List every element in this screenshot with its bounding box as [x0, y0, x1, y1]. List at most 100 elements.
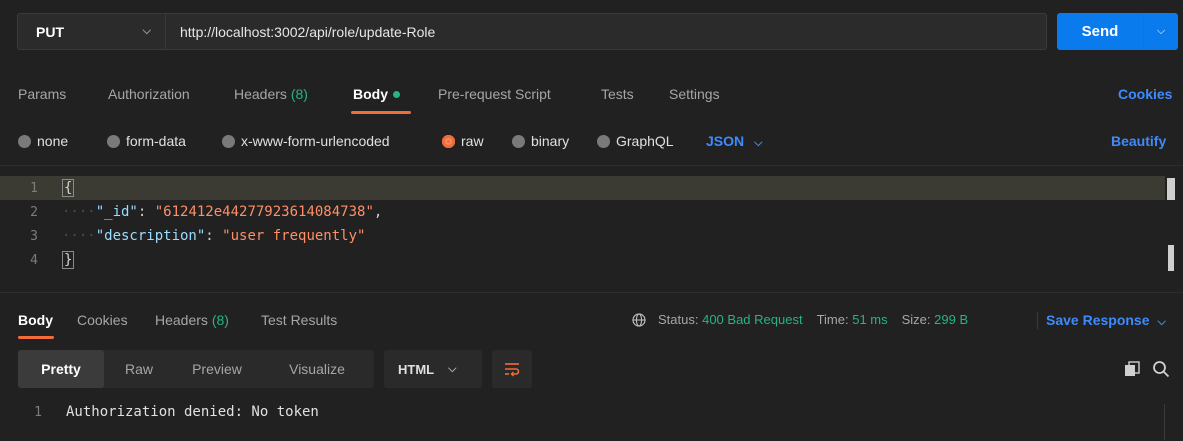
json-value: "612412e44277923614084738" — [154, 204, 374, 220]
tab-tests[interactable]: Tests — [601, 86, 634, 102]
method-label: PUT — [36, 23, 64, 40]
tab-prerequest-script[interactable]: Pre-request Script — [438, 86, 551, 102]
tab-authorization[interactable]: Authorization — [108, 86, 190, 102]
resp-tab-test-results[interactable]: Test Results — [261, 312, 337, 328]
tab-body[interactable]: Body — [353, 86, 400, 102]
cookies-link[interactable]: Cookies — [1118, 86, 1172, 102]
editor-scrollbar[interactable] — [1168, 245, 1174, 271]
radio-none-label: none — [37, 133, 69, 149]
wrap-lines-icon — [505, 363, 520, 377]
indent-whitespace: ···· — [62, 228, 96, 244]
radio-circle-icon — [18, 134, 31, 148]
line-number: 2 — [30, 204, 38, 220]
chevron-down-icon: ⌵ — [754, 137, 763, 149]
response-status: Status: 400 Bad Request Time: 51 ms Size… — [632, 312, 968, 327]
active-resp-tab-underline — [18, 336, 54, 339]
tab-body-label: Body — [353, 86, 388, 102]
save-response-button[interactable]: Save Response ⌵ — [1037, 312, 1166, 329]
radio-none[interactable]: none — [18, 133, 68, 149]
request-bar: PUT ⌵ http://localhost:3002/api/role/upd… — [0, 0, 1183, 58]
json-key: "_id" — [95, 204, 138, 220]
response-line: 1 Authorization denied: No token — [0, 404, 319, 420]
resp-tab-body[interactable]: Body — [18, 312, 53, 328]
response-view-group: Pretty Raw Preview Visualize — [18, 350, 374, 388]
editor-line: 3 ····"description": "user frequently" — [0, 224, 1165, 248]
copy-icon[interactable] — [1124, 361, 1140, 377]
radio-graphql[interactable]: GraphQL — [597, 133, 674, 149]
editor-line: 4 } — [0, 248, 1165, 272]
radio-circle-icon — [107, 134, 120, 148]
radio-form-data-label: form-data — [126, 133, 186, 149]
radio-urlencoded-label: x-www-form-urlencoded — [241, 133, 390, 149]
send-options-chevron-icon[interactable]: ⌵ — [1143, 13, 1178, 50]
response-body[interactable]: 1 Authorization denied: No token — [0, 400, 1183, 441]
radio-binary[interactable]: binary — [512, 133, 569, 149]
response-text: Authorization denied: No token — [66, 404, 319, 420]
radio-form-data[interactable]: form-data — [107, 133, 186, 149]
chevron-down-icon: ⌵ — [448, 362, 457, 375]
method-select[interactable]: PUT ⌵ — [18, 14, 166, 49]
text-cursor — [1167, 178, 1175, 200]
radio-circle-icon — [222, 134, 235, 148]
globe-icon[interactable] — [632, 312, 646, 327]
radio-selected-icon — [442, 134, 455, 148]
format-label: HTML — [398, 361, 435, 377]
size-value[interactable]: 299 B — [934, 312, 968, 327]
view-pretty-button[interactable]: Pretty — [18, 350, 104, 388]
save-response-label: Save Response — [1046, 312, 1150, 328]
radio-graphql-label: GraphQL — [616, 133, 674, 149]
tab-settings[interactable]: Settings — [669, 86, 720, 102]
tab-params[interactable]: Params — [18, 86, 66, 102]
line-number: 1 — [30, 180, 38, 196]
chevron-down-icon: ⌵ — [142, 25, 151, 37]
language-label: JSON — [706, 133, 745, 149]
beautify-link[interactable]: Beautify — [1111, 133, 1166, 149]
send-label: Send — [1081, 23, 1119, 40]
send-button[interactable]: Send ⌵ — [1057, 13, 1178, 50]
json-value: "user frequently" — [222, 228, 366, 244]
request-tabs: Params Authorization Headers (8) Body Pr… — [0, 78, 1183, 118]
language-select[interactable]: JSON ⌵ — [706, 133, 762, 150]
view-preview-button[interactable]: Preview — [174, 350, 260, 388]
radio-raw-label: raw — [461, 133, 484, 149]
radio-binary-label: binary — [531, 133, 570, 149]
json-key: "description" — [95, 228, 206, 244]
chevron-down-icon: ⌵ — [1157, 316, 1166, 328]
radio-raw[interactable]: raw — [442, 133, 484, 149]
search-icon[interactable] — [1152, 360, 1170, 378]
line-number: 4 — [30, 252, 38, 268]
time-value[interactable]: 51 ms — [852, 312, 887, 327]
body-type-selector: none form-data x-www-form-urlencoded raw… — [0, 125, 1183, 157]
tab-tests-label: Tests — [601, 86, 634, 102]
headers-count: (8) — [290, 86, 308, 102]
active-tab-underline — [351, 111, 411, 114]
resp-tab-cookies[interactable]: Cookies — [77, 312, 128, 328]
tab-headers[interactable]: Headers (8) — [234, 86, 308, 102]
response-scrollbar[interactable] — [1164, 404, 1165, 440]
body-indicator-dot — [393, 90, 400, 98]
view-visualize-button[interactable]: Visualize — [260, 350, 374, 388]
status-label: Status: — [658, 312, 699, 327]
editor-line: 2 ····"_id": "612412e44277923614084738", — [0, 200, 1165, 224]
open-brace: { — [62, 179, 75, 197]
status-value[interactable]: 400 Bad Request — [702, 312, 802, 327]
url-box: PUT ⌵ http://localhost:3002/api/role/upd… — [17, 13, 1047, 50]
tab-prerequest-label: Pre-request Script — [438, 86, 551, 102]
radio-circle-icon — [512, 134, 525, 148]
size-label: Size: — [901, 312, 931, 327]
resp-headers-count: (8) — [211, 312, 229, 328]
url-input[interactable]: http://localhost:3002/api/role/update-Ro… — [166, 14, 1046, 49]
response-tabs: Body Cookies Headers (8) Test Results St… — [0, 305, 1183, 341]
url-text: http://localhost:3002/api/role/update-Ro… — [180, 23, 436, 40]
tab-headers-label: Headers — [234, 86, 287, 102]
line-number: 3 — [30, 228, 38, 244]
view-raw-button[interactable]: Raw — [104, 350, 174, 388]
resp-tab-headers[interactable]: Headers (8) — [155, 312, 229, 328]
response-format-select[interactable]: HTML ⌵ — [384, 350, 482, 388]
wrap-lines-button[interactable] — [492, 350, 532, 388]
radio-urlencoded[interactable]: x-www-form-urlencoded — [222, 133, 390, 149]
tab-authorization-label: Authorization — [108, 86, 190, 102]
line-number: 1 — [34, 404, 42, 420]
tab-settings-label: Settings — [669, 86, 720, 102]
request-body-editor[interactable]: 1 { 2 ····"_id": "612412e442779236140847… — [0, 165, 1183, 293]
